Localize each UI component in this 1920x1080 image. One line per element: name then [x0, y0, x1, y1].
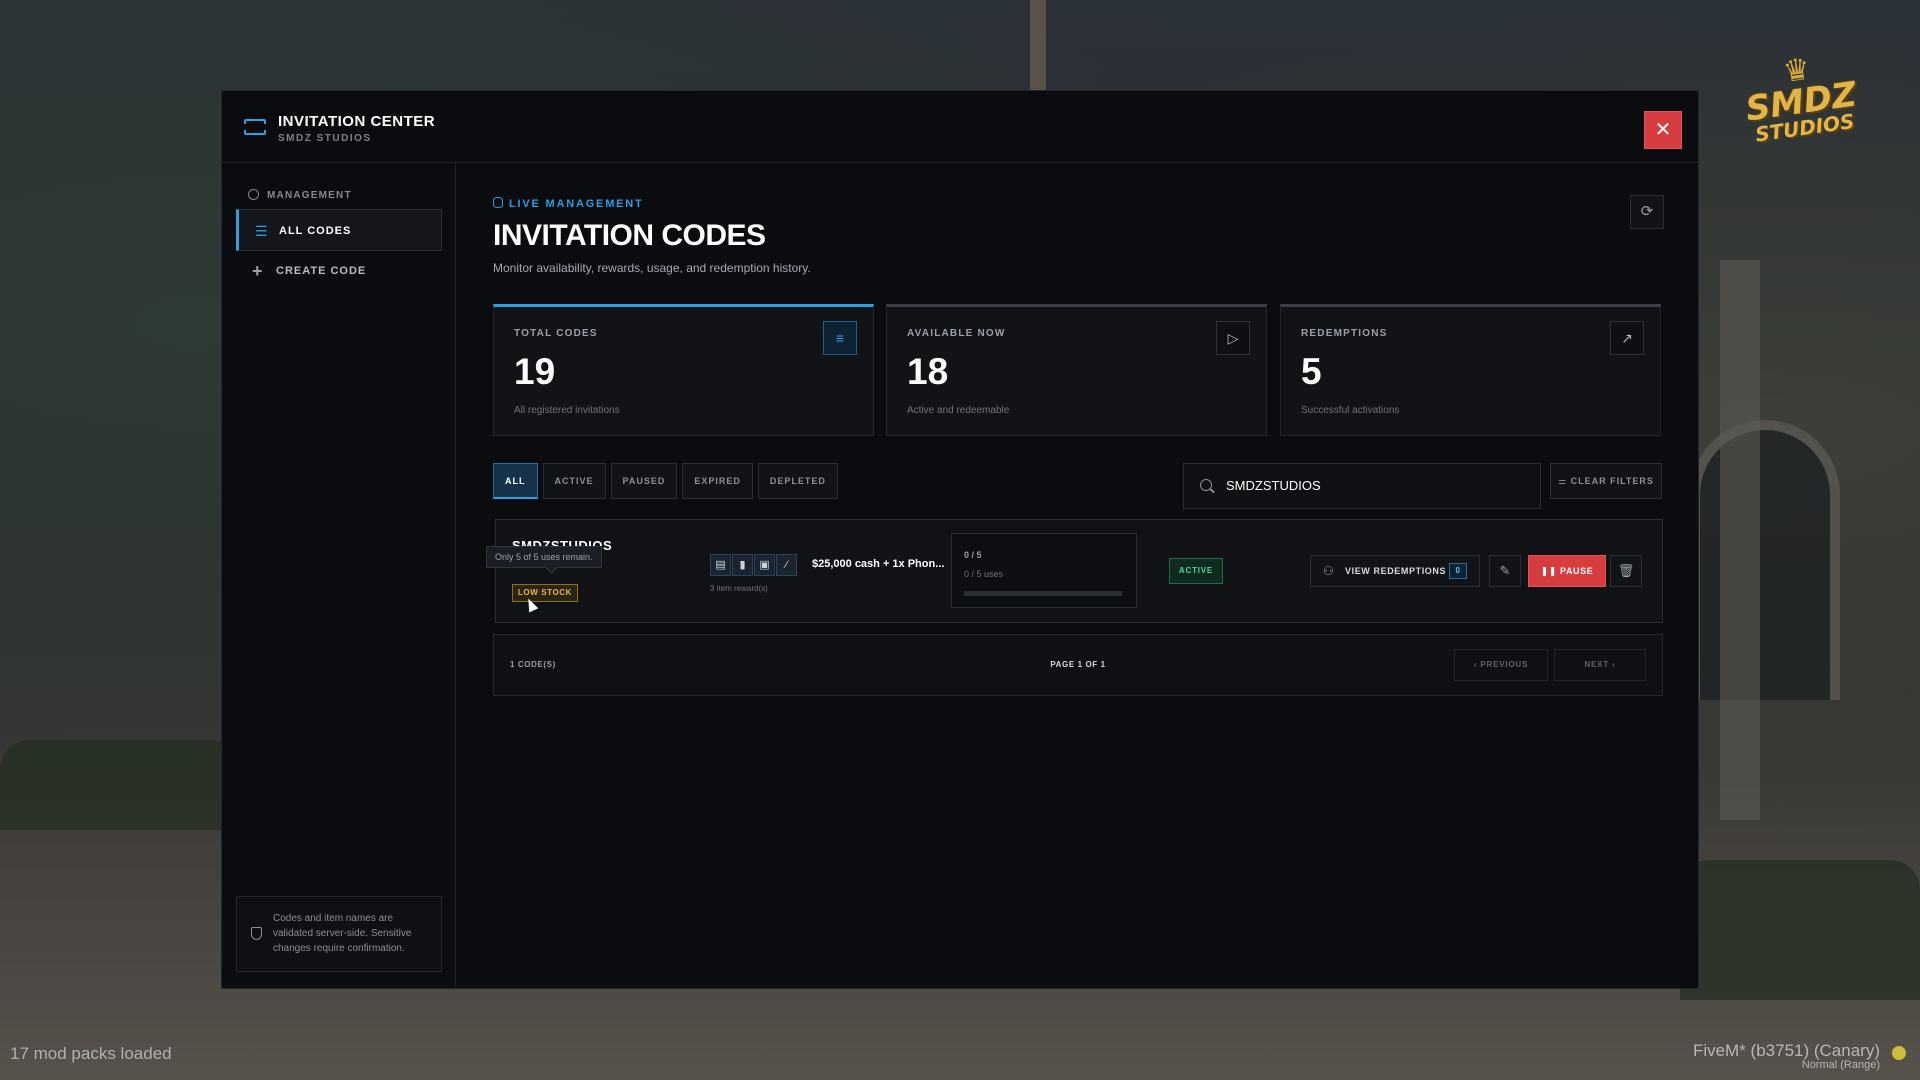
database-icon — [493, 197, 503, 208]
phone-icon: ▮ — [732, 554, 753, 576]
clear-filters-label: CLEAR FILTERS — [1570, 476, 1654, 486]
stat-label: TOTAL CODES — [514, 328, 598, 339]
filter-expired[interactable]: EXPIRED — [682, 463, 753, 499]
live-management-eyebrow: LIVE MANAGEMENT — [493, 197, 644, 210]
page-title: INVITATION CODES — [493, 219, 766, 252]
reward-summary: $25,000 cash + 1x Phon... — [812, 558, 945, 570]
status-badge: ACTIVE — [1169, 558, 1223, 584]
redemptions-count-badge: 0 — [1449, 563, 1467, 579]
next-label: NEXT — [1584, 660, 1610, 669]
users-icon: ⚇ — [1323, 564, 1335, 578]
filter-paused[interactable]: PAUSED — [610, 463, 678, 499]
stat-card-total-codes: TOTAL CODES 19 All registered invitation… — [493, 304, 874, 436]
play-icon: ▷ — [1216, 321, 1250, 355]
sidebar-item-label: CREATE CODE — [276, 265, 367, 277]
search-input[interactable]: SMDZSTUDIOS — [1183, 463, 1541, 509]
usage-primary: 0 / 5 — [964, 550, 982, 560]
bag-icon: ▣ — [754, 554, 775, 576]
stat-card-redemptions: REDEMPTIONS 5 Successful activations ↗ — [1280, 304, 1661, 436]
close-icon: ✕ — [1654, 119, 1672, 141]
close-button[interactable]: ✕ — [1644, 111, 1682, 149]
stat-label: REDEMPTIONS — [1301, 328, 1388, 339]
search-value: SMDZSTUDIOS — [1226, 478, 1321, 493]
studio-watermark-logo: ♛ SMDZ STUDIOS — [1720, 46, 1881, 156]
invitation-center-modal: INVITATION CENTER SMDZ STUDIOS ✕ MANAGEM… — [221, 90, 1699, 989]
stat-sub: Successful activations — [1301, 405, 1400, 416]
bandage-icon: ⁄ — [776, 554, 797, 576]
target-icon — [248, 189, 259, 200]
filter-depleted[interactable]: DEPLETED — [757, 463, 838, 499]
chevron-right-icon: › — [1609, 660, 1616, 669]
delete-button[interactable]: 🗑 — [1610, 555, 1642, 587]
view-redemptions-label: VIEW REDEMPTIONS — [1345, 566, 1447, 576]
modal-subtitle: SMDZ STUDIOS — [278, 133, 372, 144]
modal-header: INVITATION CENTER SMDZ STUDIOS ✕ — [222, 91, 1698, 163]
edit-button[interactable]: ✎ — [1489, 555, 1521, 587]
stat-label: AVAILABLE NOW — [907, 328, 1006, 339]
security-note-text: Codes and item names are validated serve… — [273, 913, 412, 954]
plus-icon: + — [252, 261, 264, 281]
sidebar-item-all-codes[interactable]: ☰ ALL CODES — [236, 209, 442, 251]
pagination: 1 CODE(S) PAGE 1 OF 1 ‹ PREVIOUS NEXT › — [493, 634, 1663, 696]
next-page-button[interactable]: NEXT › — [1554, 649, 1646, 681]
usage-box: 0 / 5 0 / 5 uses — [951, 533, 1137, 608]
low-stock-badge[interactable]: LOW STOCK — [512, 584, 578, 602]
sidebar: MANAGEMENT ☰ ALL CODES + CREATE CODE Cod… — [222, 163, 456, 988]
reward-count: 3 item reward(s) — [710, 584, 768, 593]
stats-row: TOTAL CODES 19 All registered invitation… — [493, 304, 1661, 436]
background-palm — [1030, 0, 1046, 90]
page-description: Monitor availability, rewards, usage, an… — [493, 261, 811, 275]
stat-value: 5 — [1301, 351, 1322, 392]
sidebar-section-label: MANAGEMENT — [267, 190, 352, 201]
background-pillar — [1720, 260, 1760, 820]
database-icon: ≡ — [823, 321, 857, 355]
usage-secondary: 0 / 5 uses — [964, 569, 1004, 579]
reward-icons: ▤ ▮ ▣ ⁄ — [710, 554, 798, 576]
status-dot-icon — [1892, 1046, 1906, 1060]
background-hedge — [1680, 860, 1920, 1000]
pause-button[interactable]: ❚❚ PAUSE — [1528, 555, 1606, 587]
stat-value: 19 — [514, 351, 556, 392]
view-redemptions-button[interactable]: ⚇ VIEW REDEMPTIONS 0 — [1310, 555, 1480, 587]
pencil-icon: ✎ — [1499, 563, 1511, 578]
stat-sub: All registered invitations — [514, 405, 620, 416]
list-icon: ☰ — [255, 223, 269, 239]
sidebar-item-label: ALL CODES — [279, 225, 352, 237]
low-stock-tooltip: Only 5 of 5 uses remain. — [486, 546, 602, 568]
previous-label: PREVIOUS — [1480, 660, 1529, 669]
usage-progress-bar — [964, 591, 1122, 596]
status-filter-tabs: ALL ACTIVE PAUSED EXPIRED DEPLETED — [493, 463, 843, 499]
pause-icon: ❚❚ — [1540, 566, 1561, 576]
main-content: LIVE MANAGEMENT INVITATION CODES Monitor… — [457, 163, 1698, 988]
sidebar-security-note: Codes and item names are validated serve… — [236, 896, 442, 972]
eyebrow-text: LIVE MANAGEMENT — [509, 198, 644, 210]
sidebar-item-create-code[interactable]: + CREATE CODE — [236, 250, 442, 292]
modal-title: INVITATION CENTER — [278, 113, 436, 130]
clear-filters-button[interactable]: ⚌ CLEAR FILTERS — [1550, 463, 1662, 499]
filter-icon: ⚌ — [1558, 476, 1571, 486]
build-sub-text: Normal (Range) — [1801, 1059, 1880, 1071]
stat-value: 18 — [907, 351, 949, 392]
refresh-button[interactable]: ⟳ — [1630, 195, 1664, 229]
stat-sub: Active and redeemable — [907, 405, 1010, 416]
trash-icon: 🗑 — [1617, 563, 1635, 578]
table-row: SMDZSTUDIOS se Only 5 of 5 uses remain. … — [486, 519, 1663, 623]
refresh-icon: ⟳ — [1640, 203, 1654, 220]
shield-icon — [251, 927, 262, 940]
mods-loaded-text: 17 mod packs loaded — [10, 1044, 172, 1063]
previous-page-button[interactable]: ‹ PREVIOUS — [1454, 649, 1548, 681]
ticket-icon — [242, 119, 268, 135]
background-arch — [1690, 420, 1840, 700]
build-info: FiveM* (b3751) (Canary) Normal (Range) — [1693, 1042, 1906, 1072]
filter-all[interactable]: ALL — [493, 463, 538, 499]
search-icon — [1200, 479, 1212, 491]
sidebar-section-management: MANAGEMENT — [248, 189, 352, 201]
stat-card-available-now: AVAILABLE NOW 18 Active and redeemable ▷ — [886, 304, 1267, 436]
chart-icon: ↗ — [1610, 321, 1644, 355]
background-hedge — [0, 740, 240, 830]
cash-icon: ▤ — [710, 554, 731, 576]
pause-label: PAUSE — [1560, 566, 1594, 576]
filter-active[interactable]: ACTIVE — [542, 463, 606, 499]
